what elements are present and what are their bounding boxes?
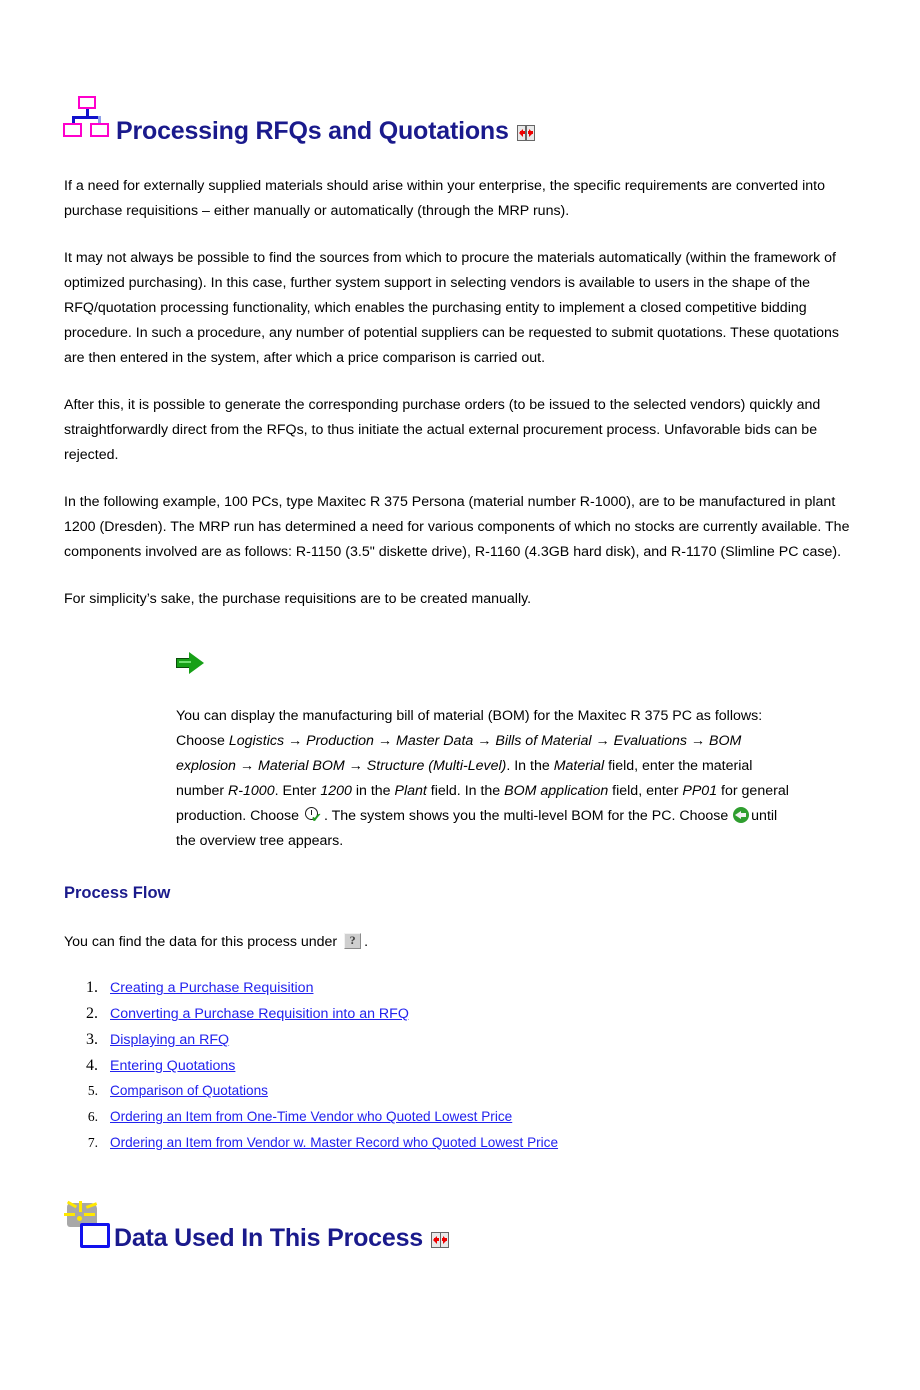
value-material: R-1000: [228, 783, 275, 799]
list-item: 4. Entering Quotations: [64, 1057, 856, 1082]
note-text-5: field, enter: [608, 783, 683, 799]
note-text-3: in the: [351, 783, 395, 799]
data-section-title: Data Used In This Process: [114, 1224, 450, 1253]
step-link-entering-quotations[interactable]: Entering Quotations: [110, 1058, 235, 1074]
list-item: 7. Ordering an Item from Vendor w. Maste…: [64, 1135, 856, 1160]
list-item: 3. Displaying an RFQ: [64, 1031, 856, 1056]
step-number: 6.: [87, 1109, 98, 1125]
step-link-creating-purchase-requisition[interactable]: Creating a Purchase Requisition: [110, 980, 313, 996]
document-page: Processing RFQs and Quotations If a need…: [0, 88, 920, 1251]
step-number: 1.: [86, 979, 98, 997]
intro-paragraph-1: If a need for externally supplied materi…: [64, 178, 825, 219]
list-item: 6. Ordering an Item from One-Time Vendor…: [64, 1109, 856, 1134]
back-arrow-icon[interactable]: [733, 807, 750, 824]
value-bom-application: PP01: [682, 783, 718, 799]
step-link-converting-purchase-requisition-into-rfq[interactable]: Converting a Purchase Requisition into a…: [110, 1006, 409, 1022]
page-title: Processing RFQs and Quotations: [116, 119, 535, 144]
intro-paragraph-5: For simplicity’s sake, the purchase requ…: [64, 591, 532, 607]
hierarchy-tree-icon: [62, 94, 110, 142]
note-after-path: . In the: [506, 758, 554, 774]
data-lightbulb-icon: [62, 1200, 110, 1249]
page-title-row: Processing RFQs and Quotations: [62, 88, 856, 144]
page-title-text: Processing RFQs and Quotations: [116, 117, 509, 145]
process-steps-list: 1. Creating a Purchase Requisition 2. Co…: [64, 979, 856, 1160]
step-number: 4.: [86, 1057, 98, 1075]
intro-paragraph-2: It may not always be possible to find th…: [64, 250, 840, 366]
step-link-ordering-item-one-time-vendor[interactable]: Ordering an Item from One-Time Vendor wh…: [110, 1109, 512, 1124]
list-item: 2. Converting a Purchase Requisition int…: [64, 1005, 856, 1030]
step-number: 3.: [86, 1031, 98, 1049]
step-number: 5.: [87, 1083, 98, 1099]
process-flow-lead-after: .: [364, 934, 369, 951]
step-link-comparison-of-quotations[interactable]: Comparison of Quotations: [110, 1083, 268, 1098]
note-block: You can display the manufacturing bill o…: [64, 704, 856, 854]
step-link-ordering-item-vendor-master-record[interactable]: Ordering an Item from Vendor w. Master R…: [110, 1135, 558, 1150]
split-horizontal-icon[interactable]: [516, 125, 535, 141]
green-arrow-icon: [176, 651, 206, 675]
split-horizontal-icon[interactable]: [431, 1232, 450, 1249]
note-line-1: You can display the manufacturing bill o…: [176, 708, 763, 724]
note-choose-label: Choose: [176, 733, 229, 749]
value-plant: 1200: [320, 783, 352, 799]
field-material-label: Material: [553, 758, 605, 774]
note-marker-row: [64, 646, 856, 680]
data-section-title-text: Data Used In This Process: [114, 1224, 424, 1253]
note-text: You can display the manufacturing bill o…: [176, 704, 796, 854]
data-section-title-row: Data Used In This Process: [62, 1195, 856, 1251]
intro-paragraph-3: After this, it is possible to generate t…: [64, 397, 821, 463]
field-plant-label: Plant: [394, 783, 427, 799]
process-flow-heading: Process Flow: [64, 884, 171, 902]
step-number: 2.: [86, 1005, 98, 1023]
intro-paragraph-4: In the following example, 100 PCs, type …: [64, 494, 850, 560]
field-bom-application-label: BOM application: [504, 783, 609, 799]
list-item: 5. Comparison of Quotations: [64, 1083, 856, 1108]
process-flow-lead: You can find the data for this process u…: [64, 930, 856, 955]
help-question-icon[interactable]: ?: [344, 933, 362, 950]
note-text-4: field. In the: [426, 783, 505, 799]
note-text-2: . Enter: [274, 783, 321, 799]
step-link-displaying-rfq[interactable]: Displaying an RFQ: [110, 1032, 229, 1048]
process-flow-lead-before: You can find the data for this process u…: [64, 934, 342, 951]
list-item: 1. Creating a Purchase Requisition: [64, 979, 856, 1004]
enter-clock-check-icon[interactable]: ✔: [304, 807, 322, 825]
note-text-7: . The system shows you the multi-level B…: [323, 808, 733, 824]
step-number: 7.: [87, 1135, 98, 1151]
